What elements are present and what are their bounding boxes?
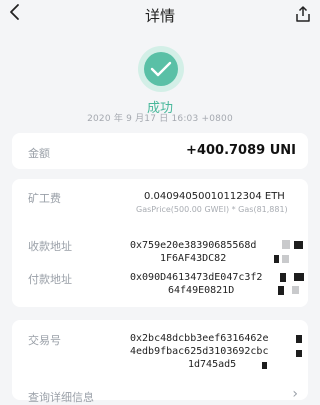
receive-address-line1[interactable]: 0x759e20e38390685568d [130,240,256,251]
fee-card: 矿工费 0.04094050010112304 ETH GasPrice(500… [12,179,308,307]
amount-label: 金额 [28,147,50,160]
transaction-card: 交易号 0x2bc48dcbb3eef6316462e 4edb9fbac625… [12,320,308,404]
status-time: 2020 年 9 月17 日 16:03 +0800 [87,114,233,124]
tx-hash-line3[interactable]: 1d745ad5 [188,359,236,370]
redaction-mask [262,362,267,369]
pay-address-label: 付款地址 [28,273,72,286]
pay-address-line2[interactable]: 64f49E0821D [168,285,234,296]
redaction-mask [294,273,304,281]
redaction-mask [282,240,290,249]
receive-address-line2[interactable]: 1F6AF43DC82 [160,253,226,264]
check-icon [150,61,172,77]
receive-address-label: 收款地址 [28,240,72,253]
share-icon [296,6,310,22]
amount-value: +400.7089 UNI [186,143,296,158]
query-details-link[interactable]: 查询详细信息 [28,389,94,405]
redaction-mask [292,286,299,294]
redaction-mask [274,255,279,263]
redaction-mask [294,241,303,249]
tx-hash-label: 交易号 [28,334,61,347]
tx-hash-line2[interactable]: 4edb9fbac625d3103692cbc [130,346,268,357]
page-title: 详情 [144,7,175,25]
tx-hash-line1[interactable]: 0x2bc48dcbb3eef6316462e [130,333,268,344]
nav-bar: 详情 [0,0,320,30]
redaction-mask [278,286,284,295]
redaction-mask [296,335,302,343]
redaction-mask [280,273,286,282]
pay-address-line1[interactable]: 0x090D4613473dE047c3f2 [130,272,262,283]
redaction-mask [296,350,302,357]
fee-value: 0.04094050010112304 ETH [144,191,285,202]
redaction-mask [282,255,289,263]
fee-label: 矿工费 [28,192,61,205]
share-button[interactable] [294,5,314,25]
status-section: 成功 [0,46,320,118]
success-badge [138,46,184,92]
amount-card: 金额 +400.7089 UNI [12,133,308,169]
fee-detail: GasPrice(500.00 GWEI) * Gas(81,881) [136,205,288,214]
